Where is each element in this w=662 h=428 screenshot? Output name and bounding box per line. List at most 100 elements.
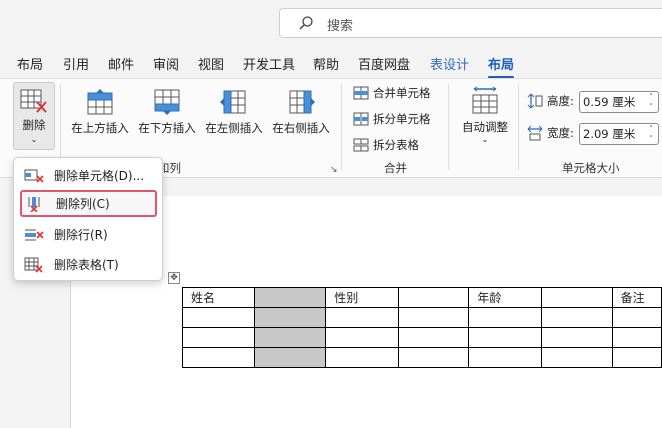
search-placeholder: 搜索 — [327, 19, 354, 34]
insert-right-icon — [289, 90, 315, 114]
tab-help[interactable]: 帮助 — [313, 54, 339, 73]
menu-item-delete-table[interactable]: 删除表格(T) — [20, 251, 157, 278]
merge-cells-button[interactable]: 合并单元格 — [353, 85, 431, 101]
table-cell-selected[interactable] — [254, 307, 327, 328]
column-width-input[interactable]: 2.09 厘米 ˄ ˅ — [579, 123, 659, 145]
table-row — [181, 347, 662, 368]
table-row — [181, 327, 662, 348]
table-cell[interactable]: 姓名 — [181, 287, 256, 308]
table-cell[interactable]: 年龄 — [468, 287, 542, 308]
table-cell[interactable] — [611, 307, 662, 328]
delete-table-icon — [20, 89, 47, 113]
tab-layout-doc[interactable]: 布局 — [17, 54, 43, 73]
tab-references[interactable]: 引用 — [63, 54, 89, 73]
table-cell[interactable]: 备注 — [611, 287, 662, 308]
delete-label: 删除 — [22, 118, 46, 132]
row-height-control: 高度: — [527, 93, 574, 109]
split-cells-button[interactable]: 拆分单元格 — [353, 111, 431, 127]
table-cell[interactable] — [468, 327, 542, 348]
table-cell[interactable] — [397, 327, 470, 348]
height-label: 高度: — [547, 94, 574, 108]
ribbon-tabs: 布局 引用 邮件 审阅 视图 开发工具 帮助 百度网盘 表设计 布局 — [0, 50, 662, 79]
split-cells-label: 拆分单元格 — [373, 112, 431, 126]
table-cell[interactable] — [540, 347, 613, 368]
merge-cells-icon — [353, 86, 369, 100]
insert-left-label: 在左侧插入 — [205, 121, 263, 135]
merge-cells-label: 合并单元格 — [373, 86, 431, 100]
split-table-button[interactable]: 拆分表格 — [353, 137, 419, 153]
table-cell[interactable] — [181, 327, 256, 348]
insert-left-button[interactable]: 在左侧插入 — [202, 88, 266, 136]
width-label: 宽度: — [547, 126, 574, 140]
menu-item-label: 删除单元格(D)... — [54, 169, 145, 183]
table-cell[interactable] — [181, 307, 256, 328]
spin-arrows-icon[interactable]: ˄ ˅ — [646, 124, 656, 144]
table-cell-selected[interactable] — [254, 287, 327, 308]
table-cell-selected[interactable] — [254, 347, 327, 368]
table-cell[interactable] — [611, 347, 662, 368]
menu-item-label: 删除表格(T) — [54, 258, 119, 272]
chevron-down-icon: ⌄ — [30, 135, 38, 144]
insert-above-button[interactable]: 在上方插入 — [68, 88, 132, 136]
table-cell[interactable] — [181, 347, 256, 368]
insert-above-label: 在上方插入 — [71, 121, 129, 135]
menu-item-delete-cells[interactable]: 删除单元格(D)... — [20, 162, 157, 189]
table-cell[interactable] — [540, 307, 613, 328]
menu-item-delete-columns[interactable]: 删除列(C) — [20, 190, 157, 217]
table-cell[interactable] — [397, 347, 470, 368]
delete-cells-icon — [24, 169, 44, 183]
row-height-value: 0.59 厘米 — [583, 95, 636, 109]
table-move-handle-icon[interactable]: ✥ — [168, 272, 180, 284]
insert-below-icon — [154, 89, 180, 115]
delete-table-icon — [24, 257, 43, 273]
tab-table-layout[interactable]: 布局 — [488, 54, 515, 79]
tab-developer[interactable]: 开发工具 — [243, 54, 295, 73]
menu-item-label: 删除行(R) — [54, 228, 108, 242]
row-height-icon — [527, 93, 543, 109]
row-height-input[interactable]: 0.59 厘米 ˄ ˅ — [579, 91, 659, 113]
table-cell[interactable] — [540, 327, 613, 348]
table-cell[interactable] — [468, 307, 542, 328]
table-cell-selected[interactable] — [254, 327, 327, 348]
column-width-icon — [527, 125, 543, 141]
insert-below-button[interactable]: 在下方插入 — [135, 88, 199, 136]
chevron-down-icon: ⌄ — [481, 135, 489, 144]
spin-arrows-icon[interactable]: ˄ ˅ — [646, 92, 656, 112]
ribbon-separator — [341, 84, 342, 170]
table-cell[interactable] — [325, 347, 399, 368]
table-cell[interactable] — [540, 287, 613, 308]
split-table-label: 拆分表格 — [373, 138, 419, 152]
tab-baidu-netdisk[interactable]: 百度网盘 — [358, 54, 410, 73]
menu-item-delete-rows[interactable]: 删除行(R) — [20, 221, 157, 248]
title-bar: 搜索 — [0, 0, 662, 46]
ribbon-separator — [518, 84, 519, 170]
table-row — [181, 307, 662, 328]
menu-item-label: 删除列(C) — [56, 197, 110, 211]
search-icon — [299, 16, 313, 30]
table-cell[interactable] — [325, 307, 399, 328]
insert-right-label: 在右侧插入 — [272, 121, 330, 135]
tab-mailings[interactable]: 邮件 — [108, 54, 134, 73]
insert-below-label: 在下方插入 — [138, 121, 196, 135]
column-width-value: 2.09 厘米 — [583, 127, 636, 141]
autofit-button[interactable]: 自动调整 ⌄ — [456, 86, 514, 144]
autofit-icon — [472, 86, 498, 114]
table-cell[interactable]: 性别 — [325, 287, 399, 308]
insert-right-button[interactable]: 在右侧插入 — [269, 88, 333, 136]
table-cell[interactable] — [611, 327, 662, 348]
delete-columns-icon — [28, 196, 40, 212]
tab-view[interactable]: 视图 — [198, 54, 224, 73]
table-cell[interactable] — [397, 307, 470, 328]
tab-table-design[interactable]: 表设计 — [430, 54, 469, 73]
table-row: 姓名 性别 年龄 备注 — [181, 287, 662, 308]
delete-button-content: 删除 ⌄ — [17, 88, 51, 144]
tab-review[interactable]: 审阅 — [153, 54, 179, 73]
table-cell[interactable] — [325, 327, 399, 348]
search-box[interactable]: 搜索 — [279, 8, 662, 38]
delete-rows-icon — [25, 229, 44, 240]
table-cell[interactable] — [397, 287, 470, 308]
dialog-launcher-icon[interactable]: ↘ — [330, 165, 338, 175]
document-table: 姓名 性别 年龄 备注 — [181, 287, 662, 368]
autofit-label: 自动调整 — [462, 120, 508, 134]
table-cell[interactable] — [468, 347, 542, 368]
